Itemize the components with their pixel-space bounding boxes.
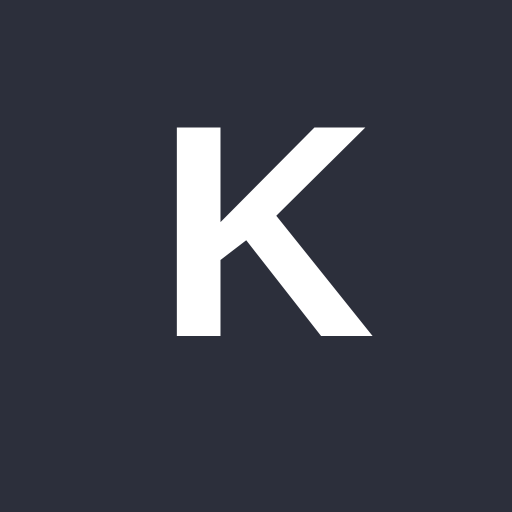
avatar: K: [0, 0, 512, 512]
avatar-initial: K: [156, 62, 376, 401]
